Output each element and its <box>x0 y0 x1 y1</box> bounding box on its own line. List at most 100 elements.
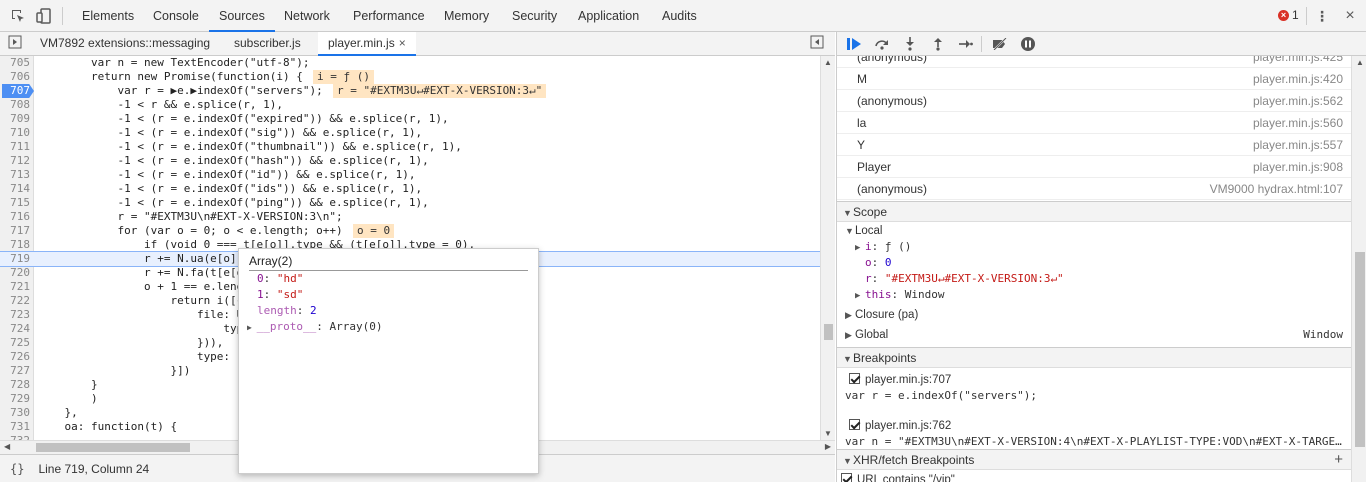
call-frame[interactable]: (anonymous) player.min.js:562 <box>837 90 1351 112</box>
breakpoint-code[interactable]: var n = "#EXTM3U\n#EXT-X-VERSION:4\n#EXT… <box>837 434 1351 450</box>
inspect-element-icon[interactable] <box>8 6 28 26</box>
pause-on-exceptions-icon[interactable] <box>1019 35 1037 53</box>
code-line[interactable]: 717 for (var o = 0; o < e.length; o++) o … <box>0 224 820 238</box>
line-number[interactable]: 722 <box>0 294 30 308</box>
breakpoint-item[interactable]: player.min.js:762 <box>837 418 1351 434</box>
file-tab-subscriber[interactable]: subscriber.js <box>224 32 311 56</box>
scope-variable[interactable]: ▶ i: ƒ () <box>837 239 1351 255</box>
code-vertical-scrollbar[interactable]: ▲ ▼ <box>820 56 835 440</box>
line-number[interactable]: 712 <box>0 154 30 168</box>
code-line[interactable]: 714 -1 < (r = e.indexOf("ids")) && e.spl… <box>0 182 820 196</box>
call-frame-location[interactable]: player.min.js:560 <box>1253 112 1343 134</box>
scroll-down-icon[interactable]: ▼ <box>824 429 832 438</box>
line-number[interactable]: 720 <box>0 266 30 280</box>
breakpoint-checkbox[interactable] <box>849 419 860 430</box>
expand-triangle-icon[interactable]: ▶ <box>247 323 257 332</box>
add-xhr-breakpoint-button[interactable]: + <box>1334 450 1343 470</box>
code-line[interactable]: 716 r = "#EXTM3U\n#EXT-X-VERSION:3\n"; <box>0 210 820 224</box>
call-frame-location[interactable]: player.min.js:420 <box>1253 68 1343 90</box>
deactivate-breakpoints-icon[interactable] <box>991 35 1009 53</box>
code-line[interactable]: 708 -1 < r && e.splice(r, 1), <box>0 98 820 112</box>
scope-variable[interactable]: o: 0 <box>837 255 1351 271</box>
tab-sources[interactable]: Sources <box>209 0 275 32</box>
step-into-icon[interactable] <box>901 35 919 53</box>
call-frame-location[interactable]: player.min.js:562 <box>1253 90 1343 112</box>
line-number[interactable]: 710 <box>0 126 30 140</box>
line-number[interactable]: 718 <box>0 238 30 252</box>
line-number[interactable]: 719 <box>0 252 30 266</box>
call-frame[interactable]: Player player.min.js:908 <box>837 156 1351 178</box>
line-number[interactable]: 728 <box>0 378 30 392</box>
call-frame-location[interactable]: player.min.js:908 <box>1253 156 1343 178</box>
call-frame[interactable]: Yplayer.min.js:557 <box>837 134 1351 156</box>
line-number[interactable]: 715 <box>0 196 30 210</box>
scroll-thumb[interactable] <box>36 443 190 452</box>
breakpoint-code[interactable]: var r = e.indexOf("servers"); <box>837 388 1351 404</box>
call-frame[interactable]: (anonymous) VM9000 hydrax.html:107 <box>837 178 1351 200</box>
line-number[interactable]: 729 <box>0 392 30 406</box>
line-number[interactable]: 730 <box>0 406 30 420</box>
tab-performance[interactable]: Performance <box>343 0 435 32</box>
line-number[interactable]: 727 <box>0 364 30 378</box>
pretty-print-button[interactable]: {} <box>10 462 24 476</box>
scroll-left-icon[interactable]: ◀ <box>4 442 10 451</box>
breakpoints-section-header[interactable]: ▼Breakpoints <box>837 347 1351 368</box>
popover-property[interactable]: ▶ __proto__: Array(0) <box>247 319 382 335</box>
tab-application[interactable]: Application <box>568 0 649 32</box>
code-line[interactable]: 709 -1 < (r = e.indexOf("expired")) && e… <box>0 112 820 126</box>
close-icon[interactable]: × <box>1340 6 1360 26</box>
xhr-breakpoint-checkbox[interactable] <box>841 473 852 482</box>
step-icon[interactable] <box>957 35 975 53</box>
sidebar-vertical-scrollbar[interactable]: ▲ <box>1351 56 1366 482</box>
tab-elements[interactable]: Elements <box>72 0 144 32</box>
resume-icon[interactable] <box>845 35 863 53</box>
local-scope-header[interactable]: ▼Local <box>837 223 1351 239</box>
scroll-up-icon[interactable]: ▲ <box>824 58 832 67</box>
scroll-thumb[interactable] <box>1355 252 1365 447</box>
line-number[interactable]: 725 <box>0 336 30 350</box>
xhr-breakpoint-item[interactable]: URL contains "/vip" <box>837 472 1351 482</box>
line-number[interactable]: 723 <box>0 308 30 322</box>
toggle-debugger-icon[interactable] <box>810 35 828 53</box>
step-out-icon[interactable] <box>929 35 947 53</box>
collapsed-triangle-icon[interactable]: ▶ <box>855 240 865 256</box>
call-frame-location[interactable]: player.min.js:557 <box>1253 134 1343 156</box>
device-toolbar-icon[interactable] <box>34 6 54 26</box>
tab-network[interactable]: Network <box>274 0 340 32</box>
close-tab-icon[interactable]: × <box>399 36 406 50</box>
scope-section-header[interactable]: ▼Scope <box>837 201 1351 222</box>
toggle-navigator-icon[interactable] <box>8 35 26 53</box>
scroll-thumb[interactable] <box>824 324 833 340</box>
code-line[interactable]: 715 -1 < (r = e.indexOf("ping")) && e.sp… <box>0 196 820 210</box>
line-number[interactable]: 711 <box>0 140 30 154</box>
line-number[interactable]: 709 <box>0 112 30 126</box>
breakpoint-checkbox[interactable] <box>849 373 860 384</box>
line-number[interactable]: 716 <box>0 210 30 224</box>
code-line[interactable]: 710 -1 < (r = e.indexOf("sig")) && e.spl… <box>0 126 820 140</box>
error-counter[interactable]: × 1 <box>1278 8 1299 22</box>
call-frame-location[interactable]: player.min.js:425 <box>1253 56 1343 63</box>
scope-variable[interactable]: r: "#EXTM3U↵#EXT-X-VERSION:3↵" <box>837 271 1351 287</box>
line-number[interactable]: 731 <box>0 420 30 434</box>
scroll-right-icon[interactable]: ▶ <box>825 442 831 451</box>
code-line[interactable]: 712 -1 < (r = e.indexOf("hash")) && e.sp… <box>0 154 820 168</box>
tab-memory[interactable]: Memory <box>434 0 499 32</box>
line-number[interactable]: 714 <box>0 182 30 196</box>
scope-variable[interactable]: ▶ this: Window <box>837 287 1351 303</box>
code-line[interactable]: 707 var r = ▶e.▶indexOf("servers"); r = "… <box>0 84 820 98</box>
closure-scope[interactable]: ▶ Closure (pa) <box>837 307 1351 323</box>
line-number[interactable]: 708 <box>0 98 30 112</box>
line-number[interactable]: 726 <box>0 350 30 364</box>
more-options-icon[interactable]: ⋮ <box>1312 6 1332 26</box>
xhr-breakpoints-section-header[interactable]: ▼XHR/fetch Breakpoints + <box>837 449 1351 470</box>
code-line[interactable]: 713 -1 < (r = e.indexOf("id")) && e.spli… <box>0 168 820 182</box>
call-frame[interactable]: (anonymous) player.min.js:425 <box>837 56 1351 68</box>
line-number[interactable]: 707 <box>0 84 30 98</box>
call-frame[interactable]: la player.min.js:560 <box>837 112 1351 134</box>
file-tab-messaging[interactable]: VM7892 extensions::messaging <box>30 32 220 56</box>
tab-audits[interactable]: Audits <box>652 0 707 32</box>
collapsed-triangle-icon[interactable]: ▶ <box>855 288 865 304</box>
global-scope[interactable]: ▶ Global Window <box>837 327 1351 343</box>
line-number[interactable]: 721 <box>0 280 30 294</box>
file-tab-player[interactable]: player.min.js × <box>318 32 416 56</box>
